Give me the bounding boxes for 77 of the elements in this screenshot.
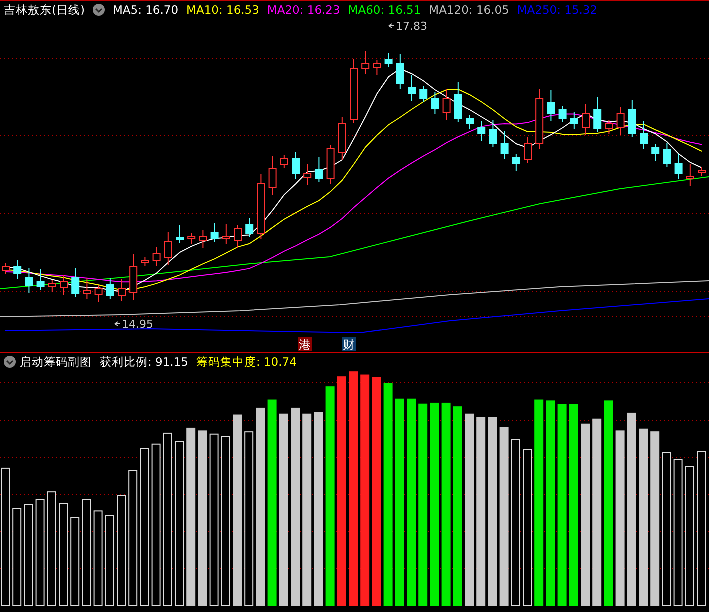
candlestick <box>246 218 254 238</box>
candlestick <box>280 154 288 168</box>
ma-value: MA20: 16.23 <box>267 2 340 18</box>
high-price-label: 17.83 <box>388 20 428 33</box>
candlestick <box>652 144 660 162</box>
dropdown-icon[interactable] <box>92 4 105 16</box>
ma-value: MA250: 15.32 <box>517 2 598 18</box>
candlestick <box>83 278 92 300</box>
candlestick <box>176 224 184 244</box>
dropdown-icon[interactable] <box>4 356 16 368</box>
candlestick <box>570 112 578 130</box>
candlestick <box>2 262 10 274</box>
candlestick <box>408 74 416 102</box>
candlestick <box>25 268 34 294</box>
candlestick <box>605 120 614 134</box>
candlestick <box>338 116 346 160</box>
candlestick <box>466 114 474 130</box>
candlestick <box>118 278 126 302</box>
candlestick <box>454 82 462 122</box>
candlestick <box>524 136 532 164</box>
candlestick <box>582 104 590 136</box>
candlestick <box>362 50 370 74</box>
candlestick <box>36 268 45 290</box>
candlestick <box>315 156 324 182</box>
candlestick <box>373 60 382 76</box>
candlestick <box>616 106 625 136</box>
candlestick <box>536 88 544 150</box>
ma-value: MA120: 16.05 <box>429 2 510 18</box>
candlestick <box>94 284 103 302</box>
candlestick <box>686 164 694 186</box>
indicator-title: 启动筹码副图 <box>20 354 92 370</box>
candlestick <box>442 88 451 120</box>
candlestick <box>141 256 150 266</box>
candlestick <box>188 232 196 244</box>
candlestick <box>489 120 498 148</box>
candlestick <box>268 156 277 196</box>
candlestick <box>60 274 68 296</box>
candlestick <box>152 246 161 266</box>
candlestick <box>628 100 636 138</box>
event-badge[interactable]: 港 <box>298 337 312 352</box>
indicator-value: 获利比例: 91.15 <box>100 354 188 370</box>
ma-value: MA10: 16.53 <box>186 2 260 18</box>
low-price-label: 14.95 <box>114 318 154 331</box>
ma-value: MA60: 16.51 <box>348 2 422 18</box>
candlestick <box>431 92 440 114</box>
candlestick <box>500 130 509 160</box>
candlestick <box>698 166 706 176</box>
candlestick <box>210 222 219 242</box>
candlestick <box>594 96 602 132</box>
candlestick <box>234 224 242 248</box>
candlestick <box>512 154 520 172</box>
candlestick <box>547 90 556 122</box>
candlestick <box>130 254 138 300</box>
candlestick <box>396 54 404 90</box>
candlestick <box>640 120 648 150</box>
candlestick <box>350 58 358 124</box>
candlestick <box>222 224 230 244</box>
ma-value: MA5: 16.70 <box>112 2 179 18</box>
candlestick <box>257 174 266 240</box>
candlestick <box>106 278 114 300</box>
candlestick <box>384 52 393 68</box>
candlestick <box>164 232 172 266</box>
candlestick <box>199 230 208 248</box>
candlestick <box>72 268 80 298</box>
candlestick <box>674 154 683 180</box>
chart-title: 吉林敖东(日线) <box>4 2 85 18</box>
candlestick <box>478 120 486 142</box>
candlestick <box>420 86 428 102</box>
candlestick <box>326 144 335 184</box>
candlestick <box>558 106 567 122</box>
candlestick <box>304 164 312 186</box>
event-badge[interactable]: 财 <box>342 337 356 352</box>
candlestick <box>292 152 300 180</box>
candlestick <box>14 260 22 280</box>
indicator-value: 筹码集中度: 10.74 <box>196 354 297 370</box>
candlestick <box>663 142 672 168</box>
candlestick <box>48 280 56 292</box>
